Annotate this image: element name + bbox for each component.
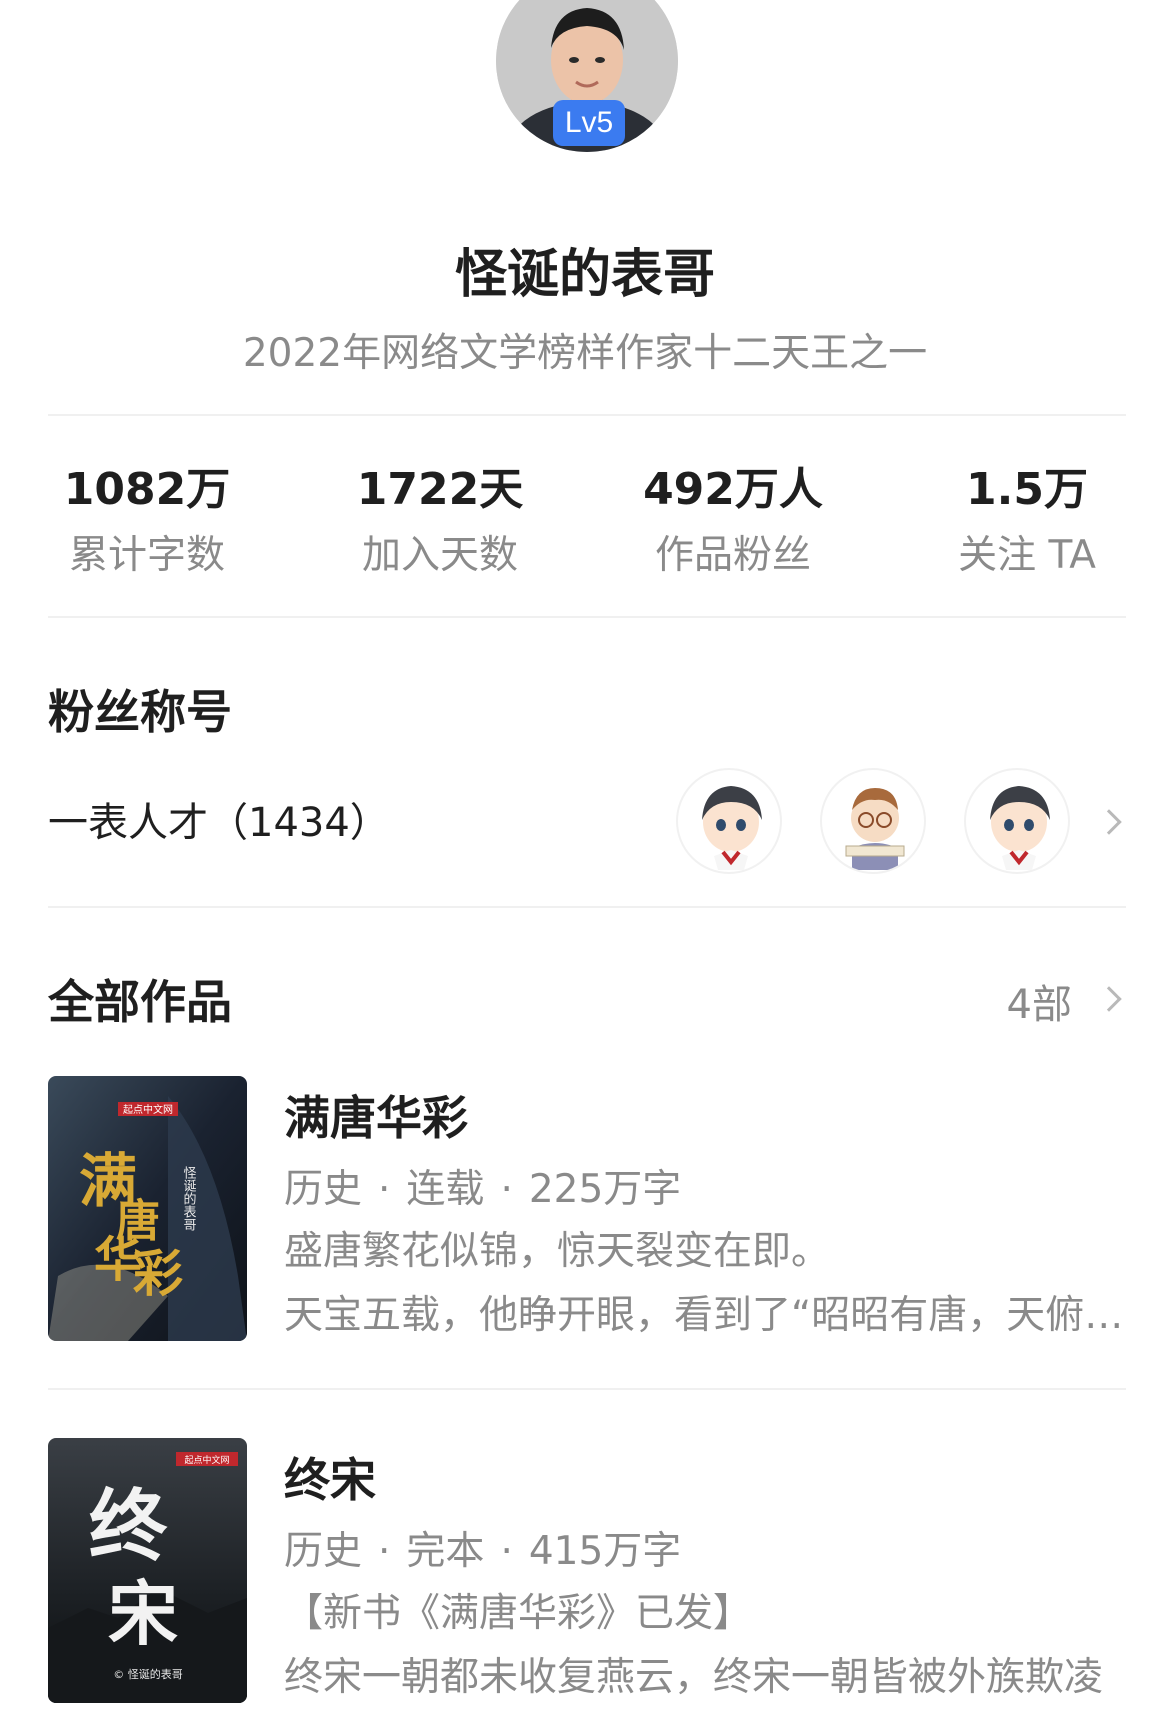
fan-title-heading: 粉丝称号 [48,685,232,739]
stat-label: 作品粉丝 [654,533,811,578]
book-status: 完本 [406,1529,485,1574]
all-works-heading: 全部作品 [48,975,232,1029]
stat-total-words: 1082万 累计字数 [17,460,277,584]
book-title: 终宋 [284,1453,376,1507]
separator-dot: · [500,1529,513,1574]
fan-title-row[interactable]: 一表人才（1434） [0,760,1170,880]
book-description-line: 终宋一朝都未收复燕云，终宋一朝皆被外族欺凌 [284,1655,1104,1700]
separator-dot: · [500,1167,513,1212]
stat-value: 1722天 [356,464,524,515]
book-word-count: 415万字 [528,1529,682,1574]
book-genre: 历史 [284,1167,363,1212]
stat-label: 关注 TA [958,533,1096,578]
cover-title-part: 宋 [108,1572,178,1655]
book-item[interactable]: 起点中文网 终 宋 © 怪诞的表哥 终宋 历史 · 完本 · 415万字 【新书《满唐华… [0,1438,1170,1708]
book-title: 满唐华彩 [284,1091,468,1145]
separator-dot: · [378,1529,391,1574]
book-description-line: 【新书《满唐华彩》已发】 [284,1591,753,1636]
book-description-line: 盛唐繁花似锦，惊天裂变在即。 [284,1229,831,1274]
fan-avatar [964,768,1070,874]
separator-dot: · [378,1167,391,1212]
author-profile-page: Lv5 怪诞的表哥 2022年网络文学榜样作家十二天王之一 1082万 累计字数… [0,0,1170,1734]
fan-title-text: 一表人才（1434） [48,800,390,846]
stat-label: 加入天数 [361,533,518,578]
cover-publisher: 起点中文网 [184,1454,229,1466]
book-meta: 历史 · 完本 · 415万字 [284,1520,681,1576]
level-badge: Lv5 [553,100,625,146]
stat-days-joined: 1722天 加入天数 [310,460,570,584]
book-word-count: 225万字 [528,1167,682,1212]
stat-label: 累计字数 [68,533,225,578]
fan-avatar [676,768,782,874]
stat-following[interactable]: 1.5万 关注 TA [897,460,1157,584]
divider [48,616,1126,618]
book-description-line: 天宝五载，他睁开眼，看到了“昭昭有唐，天俯群生” [284,1293,1126,1338]
cover-title-part: 彩 [133,1244,183,1303]
fan-avatar [820,768,926,874]
stat-fans: 492万人 作品粉丝 [603,460,863,584]
author-name: 怪诞的表哥 [454,245,715,305]
stat-value: 1082万 [63,464,231,515]
divider [48,906,1126,908]
divider [48,414,1126,416]
chevron-right-icon[interactable] [1096,986,1122,1012]
book-item[interactable]: 起点中文网 满 唐 华 彩 怪诞的表哥 满唐华彩 历史 · 连载 · 225万字 盛唐繁… [0,1076,1170,1346]
cover-author: 怪诞的表哥 [181,1166,197,1231]
cover-title-part: 终 [89,1481,168,1572]
cover-publisher: 起点中文网 [123,1103,173,1116]
stat-value: 492万人 [643,464,823,515]
chevron-right-icon [1096,809,1122,835]
works-count-link[interactable]: 4部 [1007,972,1072,1030]
book-genre: 历史 [284,1529,363,1574]
stats-row: 1082万 累计字数 1722天 加入天数 492万人 作品粉丝 1.5万 关注… [0,460,1170,590]
stat-value: 1.5万 [966,464,1088,515]
book-meta: 历史 · 连载 · 225万字 [284,1158,681,1214]
book-status: 连载 [406,1167,485,1212]
author-description: 2022年网络文学榜样作家十二天王之一 [242,331,928,376]
book-cover[interactable]: 起点中文网 终 宋 © 怪诞的表哥 [48,1438,247,1703]
divider [48,1388,1126,1390]
book-cover[interactable]: 起点中文网 满 唐 华 彩 怪诞的表哥 [48,1076,247,1341]
cover-author: © 怪诞的表哥 [113,1667,183,1681]
